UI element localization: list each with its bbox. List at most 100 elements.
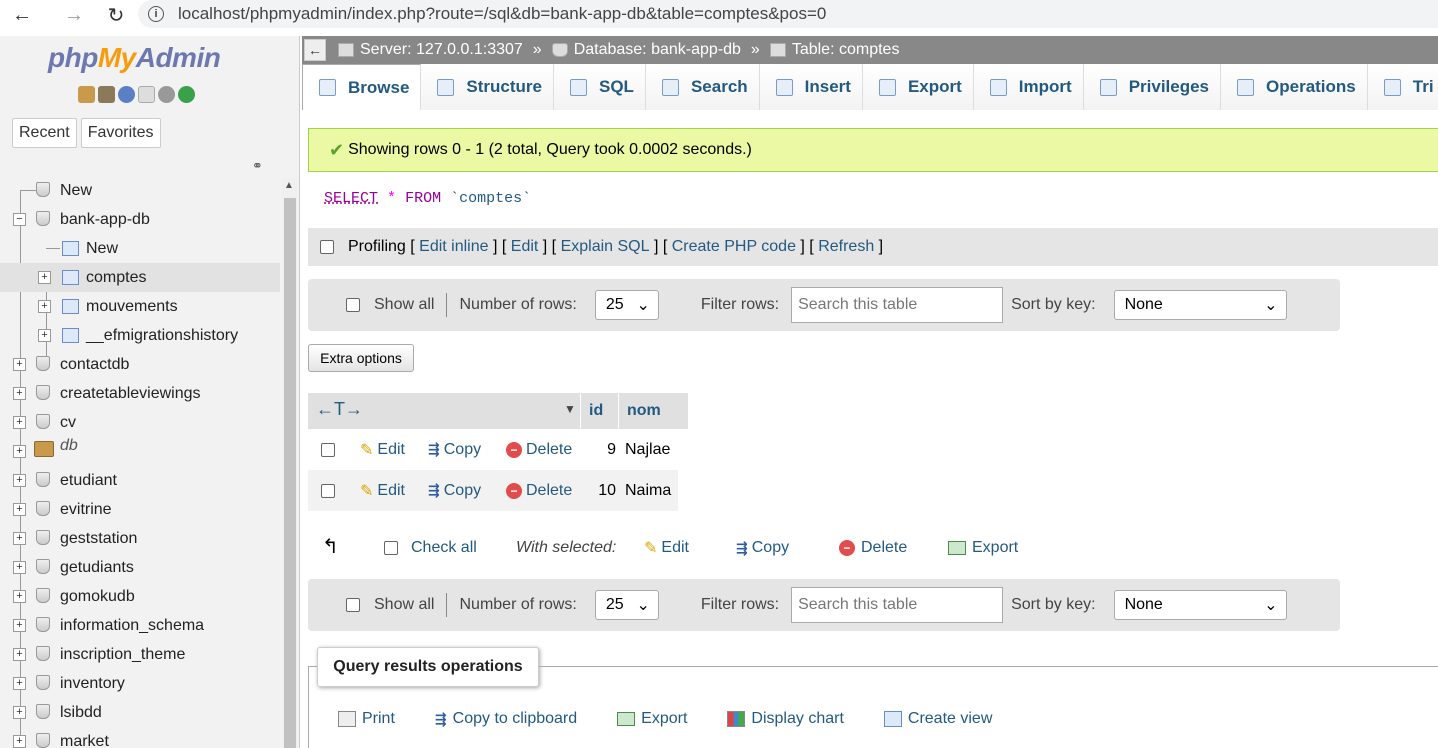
scroll-up-icon[interactable]: ▲ xyxy=(284,180,294,191)
column-resize-arrows-icon[interactable]: ←T→ xyxy=(316,399,363,420)
tree-item-comptes[interactable]: + comptes xyxy=(0,263,280,292)
docs-icon[interactable] xyxy=(138,86,155,103)
tab-insert[interactable]: Insert xyxy=(759,64,863,110)
tree-item-createtableviewings[interactable]: + createtableviewings xyxy=(0,379,280,408)
recent-tab[interactable]: Recent xyxy=(12,118,77,148)
link-with-main-icon[interactable]: ⚭ xyxy=(252,158,263,174)
breadcrumb-table[interactable]: Table: comptes xyxy=(792,41,900,59)
row-checkbox[interactable] xyxy=(321,483,335,498)
tree-item-information-schema[interactable]: + information_schema xyxy=(0,611,280,640)
breadcrumb-database[interactable]: Database: bank-app-db xyxy=(574,41,741,59)
tree-item-evitrine[interactable]: + evitrine xyxy=(0,495,280,524)
phpmyadmin-logo[interactable]: phpMyAdmin xyxy=(48,42,221,74)
row-edit-button[interactable]: ✎ Edit xyxy=(360,440,405,460)
expand-icon[interactable]: + xyxy=(13,358,26,371)
expand-icon[interactable]: + xyxy=(13,706,26,719)
row-checkbox[interactable] xyxy=(321,442,335,457)
number-of-rows-select[interactable]: 25 ⌄ xyxy=(594,590,659,620)
row-delete-button[interactable]: − Delete xyxy=(506,441,572,459)
bulk-export-button[interactable]: Export xyxy=(948,539,1018,557)
column-header-id[interactable]: id xyxy=(580,393,611,429)
sidebar-scrollbar-thumb[interactable] xyxy=(284,198,296,748)
tree-item-gomokudb[interactable]: + gomokudb xyxy=(0,582,280,611)
site-info-icon[interactable]: i xyxy=(148,6,164,22)
expand-icon[interactable]: + xyxy=(13,503,26,516)
back-icon[interactable]: ← xyxy=(6,2,38,28)
tree-item-lsibdd[interactable]: + lsibdd xyxy=(0,698,280,727)
filter-rows-input[interactable]: Search this table xyxy=(791,287,1004,323)
tab-structure[interactable]: Structure xyxy=(421,64,554,110)
tab-export[interactable]: Export xyxy=(862,64,974,110)
copy-to-clipboard-link[interactable]: ⇶ Copy to clipboard xyxy=(435,710,577,728)
edit-inline-link[interactable]: Edit inline xyxy=(419,238,488,256)
column-header-nom[interactable]: nom xyxy=(618,393,688,429)
expand-icon[interactable]: + xyxy=(13,590,26,603)
tree-item-inventory[interactable]: + inventory xyxy=(0,669,280,698)
collapse-icon[interactable]: − xyxy=(13,213,26,226)
explain-sql-link[interactable]: Explain SQL xyxy=(561,238,650,256)
cell-id[interactable]: 9 xyxy=(607,441,616,459)
show-all-checkbox[interactable] xyxy=(346,298,360,312)
reload-icon[interactable]: ↻ xyxy=(100,2,132,28)
tree-item-new-table[interactable]: New xyxy=(0,234,280,263)
cell-id[interactable]: 10 xyxy=(598,482,616,500)
address-bar[interactable]: i localhost/phpmyadmin/index.php?route=/… xyxy=(138,0,1438,28)
tree-item-getudiants[interactable]: + getudiants xyxy=(0,553,280,582)
tree-item-inscription-theme[interactable]: + inscription_theme xyxy=(0,640,280,669)
create-view-link[interactable]: Create view xyxy=(883,710,992,728)
expand-icon[interactable]: + xyxy=(13,677,26,690)
extra-options-button[interactable]: Extra options xyxy=(308,344,414,372)
tab-import[interactable]: Import xyxy=(973,64,1084,110)
breadcrumb-server[interactable]: Server: 127.0.0.1:3307 xyxy=(360,41,523,59)
expand-icon[interactable]: + xyxy=(13,735,26,748)
tree-item-market[interactable]: + market xyxy=(0,727,280,748)
tree-item-mouvements[interactable]: + mouvements xyxy=(0,292,280,321)
collapse-sidebar-icon[interactable]: ← xyxy=(304,39,326,61)
expand-icon[interactable]: + xyxy=(13,648,26,661)
tree-item-db[interactable]: + db xyxy=(0,437,280,466)
logout-icon[interactable] xyxy=(98,86,115,103)
expand-icon[interactable]: + xyxy=(13,445,26,458)
export-link[interactable]: Export xyxy=(617,710,687,728)
tab-search[interactable]: Search xyxy=(645,64,760,110)
tree-item-efmigrationshistory[interactable]: + __efmigrationshistory xyxy=(0,321,280,350)
tab-privileges[interactable]: Privileges xyxy=(1083,64,1222,110)
bulk-edit-button[interactable]: ✎ Edit xyxy=(644,538,689,558)
sort-by-key-select[interactable]: None ⌄ xyxy=(1113,290,1287,320)
edit-link[interactable]: Edit xyxy=(511,238,539,256)
row-copy-button[interactable]: ⇶ Copy xyxy=(428,482,481,500)
tree-item-new[interactable]: New xyxy=(0,176,280,205)
sql-keyword-select[interactable]: SELECT xyxy=(324,190,378,207)
display-chart-link[interactable]: Display chart xyxy=(727,710,844,728)
cell-nom[interactable]: Najlae xyxy=(625,441,670,459)
tree-item-etudiant[interactable]: + etudiant xyxy=(0,466,280,495)
cell-nom[interactable]: Naima xyxy=(625,482,671,500)
expand-icon[interactable]: + xyxy=(13,387,26,400)
row-copy-button[interactable]: ⇶ Copy xyxy=(428,441,481,459)
tab-sql[interactable]: SQL xyxy=(554,64,646,110)
number-of-rows-select[interactable]: 25 ⌄ xyxy=(594,290,659,320)
filter-rows-input[interactable]: Search this table xyxy=(791,587,1004,623)
expand-icon[interactable]: + xyxy=(38,271,51,284)
expand-icon[interactable]: + xyxy=(13,416,26,429)
print-link[interactable]: Print xyxy=(338,710,395,728)
home-icon[interactable] xyxy=(78,86,95,103)
expand-icon[interactable]: + xyxy=(38,300,51,313)
tree-item-geststation[interactable]: + geststation xyxy=(0,524,280,553)
expand-icon[interactable]: + xyxy=(13,532,26,545)
row-edit-button[interactable]: ✎ Edit xyxy=(360,481,405,501)
bulk-delete-button[interactable]: − Delete xyxy=(839,539,907,557)
show-all-checkbox[interactable] xyxy=(346,598,360,612)
expand-icon[interactable]: + xyxy=(13,561,26,574)
tab-triggers[interactable]: Tri xyxy=(1367,64,1438,110)
tab-browse[interactable]: Browse xyxy=(302,64,422,110)
refresh-link[interactable]: Refresh xyxy=(818,238,874,256)
sort-dropdown-icon[interactable]: ▼ xyxy=(564,402,576,416)
bulk-copy-button[interactable]: ⇶ Copy xyxy=(736,539,789,557)
check-all-link[interactable]: Check all xyxy=(411,539,477,557)
check-all-checkbox[interactable] xyxy=(384,541,398,555)
expand-icon[interactable]: + xyxy=(38,329,51,342)
tree-item-contactdb[interactable]: + contactdb xyxy=(0,350,280,379)
tree-item-cv[interactable]: + cv xyxy=(0,408,280,437)
create-php-code-link[interactable]: Create PHP code xyxy=(672,238,796,256)
